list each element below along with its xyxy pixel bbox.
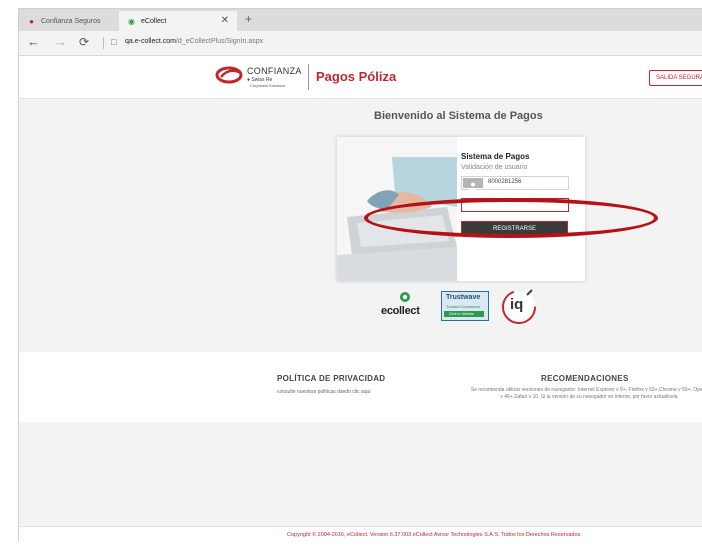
secure-exit-button[interactable]: SALIDA SEGURA [649, 70, 702, 86]
username-input[interactable]: 8000281256 [461, 176, 569, 190]
lock-icon[interactable]: □ [111, 37, 116, 47]
address-bar: ← → ⟳ □ qa.e-collect.com/d_eCollectPlus/… [19, 31, 702, 56]
trustwave-seal[interactable]: Trustwave Trusted Commerce Click to Vali… [441, 291, 489, 321]
ecollect-leaf-icon [400, 292, 410, 302]
page-title: Pagos Póliza [316, 69, 397, 84]
url-path: /d_eCollectPlus/SignIn.aspx [175, 38, 264, 45]
red-annotation-ellipse [364, 198, 658, 238]
ecollect-logo[interactable]: ecollect [379, 289, 435, 325]
new-tab-icon[interactable]: + [245, 12, 252, 26]
privacy-link[interactable]: consulte nuestras politicas dando clic a… [277, 389, 371, 395]
welcome-heading: Bienvenido al Sistema de Pagos [374, 110, 543, 122]
iq-label: iq [510, 296, 524, 313]
confianza-logo[interactable]: CONFIANZA ● Swiss Re Corporate Solutions [215, 62, 305, 92]
trustwave-validate-bar: Click to Validate [444, 311, 484, 317]
security-badges: ecollect Trustwave Trusted Commerce Clic… [379, 287, 579, 329]
tab-ecollect[interactable]: ◉ eCollect ✕ [119, 11, 237, 31]
iq-seal[interactable]: iq [499, 287, 539, 327]
tab-label: eCollect [141, 17, 167, 25]
logo-corporate: Corporate Solutions [250, 83, 286, 88]
tab-label: Confianza Seguros [41, 17, 101, 25]
ecollect-favicon-icon: ◉ [128, 16, 135, 26]
url-domain: qa.e-collect.com [125, 38, 176, 45]
browser-window: ● Confianza Seguros ◉ eCollect ✕ + ← → ⟳… [18, 8, 702, 541]
user-icon [463, 178, 483, 190]
privacy-title: POLÍTICA DE PRIVACIDAD [277, 374, 386, 383]
url-field[interactable]: qa.e-collect.com/d_eCollectPlus/SignIn.a… [125, 38, 263, 45]
tab-confianza-seguros[interactable]: ● Confianza Seguros [19, 11, 119, 31]
ecollect-wordmark: ecollect [381, 305, 420, 317]
card-subtitle: Validación de usuario [461, 164, 528, 171]
site-header: CONFIANZA ● Swiss Re Corporate Solutions… [19, 56, 702, 99]
recommendations-text: Se recomienda utilizar versiones de nave… [470, 387, 702, 400]
recommendations-title: RECOMENDACIONES [541, 374, 629, 383]
back-arrow-icon[interactable]: ← [27, 34, 40, 49]
info-section: POLÍTICA DE PRIVACIDAD consulte nuestras… [19, 352, 702, 422]
tab-strip: ● Confianza Seguros ◉ eCollect ✕ + [19, 9, 702, 31]
trustwave-sub: Trusted Commerce [446, 304, 481, 309]
close-tab-icon[interactable]: ✕ [221, 15, 229, 26]
confianza-favicon-icon: ● [29, 16, 34, 26]
username-value: 8000281256 [488, 179, 522, 185]
logo-name: CONFIANZA [247, 66, 302, 76]
copyright-text: Copyright © 2004-2016, eCollect. Version… [287, 532, 582, 538]
reload-icon[interactable]: ⟳ [79, 35, 89, 49]
trustwave-validate-text: Click to Validate [449, 312, 474, 316]
card-title: Sistema de Pagos [461, 152, 530, 161]
confianza-swoosh-icon [215, 66, 243, 84]
footer: Copyright © 2004-2016, eCollect. Version… [19, 526, 702, 541]
toolbar-divider [103, 37, 104, 49]
header-divider [308, 64, 309, 90]
trustwave-name: Trustwave [446, 294, 481, 301]
forward-arrow-icon[interactable]: → [54, 34, 67, 49]
